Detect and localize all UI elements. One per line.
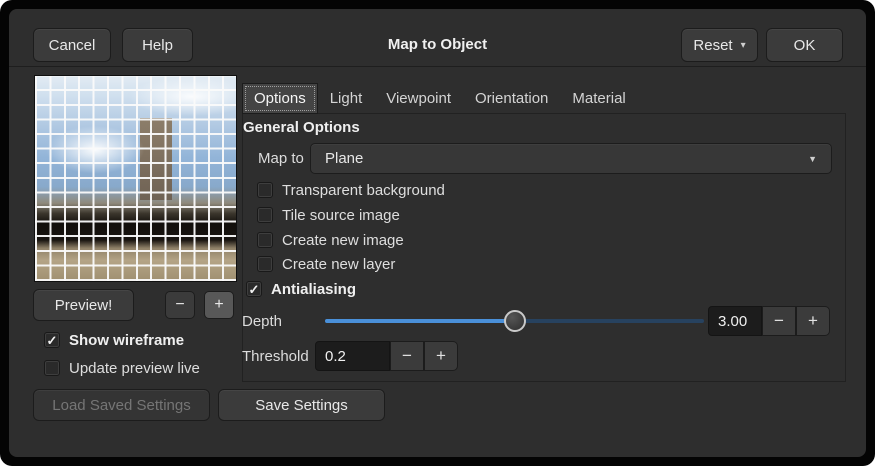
preview-button[interactable]: Preview! — [33, 289, 134, 321]
depth-value-field[interactable]: 3.00 — [708, 306, 762, 336]
save-settings-button[interactable]: Save Settings — [218, 389, 385, 421]
checkbox-show-wireframe[interactable]: ✓ Show wireframe — [44, 330, 184, 350]
depth-slider[interactable] — [325, 306, 704, 336]
checkbox-tile-source-image[interactable]: Tile source image — [257, 205, 400, 225]
preview-image — [35, 76, 236, 281]
ok-button[interactable]: OK — [766, 28, 843, 62]
map-to-object-dialog: Cancel Help Map to Object Reset ▾ OK Pre… — [9, 9, 866, 457]
checkbox-box: ✓ — [44, 332, 60, 348]
reset-button[interactable]: Reset ▾ — [681, 28, 758, 62]
checkbox-box: ✓ — [246, 281, 262, 297]
map-to-label: Map to — [258, 150, 304, 167]
map-to-select[interactable]: Plane ▼ — [310, 143, 832, 174]
checkbox-label: Antialiasing — [271, 281, 356, 298]
minus-icon: − — [774, 311, 784, 331]
tab-material[interactable]: Material — [560, 83, 637, 114]
checkbox-box — [257, 207, 273, 223]
checkbox-create-new-layer[interactable]: Create new layer — [257, 254, 395, 274]
chevron-down-icon: ▾ — [741, 40, 746, 51]
checkbox-label: Transparent background — [282, 182, 445, 199]
zoom-out-button[interactable]: − — [165, 291, 195, 319]
tab-viewpoint[interactable]: Viewpoint — [374, 83, 463, 114]
threshold-decrement-button[interactable]: − — [390, 341, 424, 371]
checkbox-create-new-image[interactable]: Create new image — [257, 230, 404, 250]
depth-decrement-button[interactable]: − — [762, 306, 796, 336]
checkbox-box — [257, 256, 273, 272]
minus-icon: − — [175, 296, 184, 314]
chevron-down-icon: ▼ — [808, 154, 817, 164]
threshold-label: Threshold — [242, 348, 309, 365]
depth-label: Depth — [242, 313, 282, 330]
tab-bar: Options Light Viewpoint Orientation Mate… — [242, 83, 638, 114]
checkbox-box — [257, 232, 273, 248]
depth-increment-button[interactable]: + — [796, 306, 830, 336]
depth-slider-handle[interactable] — [504, 310, 526, 332]
reset-button-label: Reset — [693, 37, 732, 54]
map-to-selected-value: Plane — [325, 150, 363, 167]
checkbox-box — [257, 182, 273, 198]
zoom-in-button[interactable]: + — [204, 291, 234, 319]
tab-options[interactable]: Options — [242, 83, 318, 114]
checkbox-antialiasing[interactable]: ✓ Antialiasing — [246, 279, 356, 299]
checkbox-label: Tile source image — [282, 207, 400, 224]
checkbox-label: Update preview live — [69, 360, 200, 377]
checkbox-transparent-background[interactable]: Transparent background — [257, 180, 445, 200]
minus-icon: − — [402, 346, 412, 366]
plus-icon: + — [808, 311, 818, 331]
checkbox-label: Show wireframe — [69, 332, 184, 349]
general-options-heading: General Options — [243, 119, 360, 136]
header-separator — [9, 66, 866, 67]
threshold-value-field[interactable]: 0.2 — [315, 341, 390, 371]
depth-slider-fill — [325, 319, 515, 323]
plus-icon: + — [214, 296, 223, 314]
checkbox-label: Create new image — [282, 232, 404, 249]
checkbox-update-preview-live[interactable]: Update preview live — [44, 358, 200, 378]
threshold-increment-button[interactable]: + — [424, 341, 458, 371]
tab-light[interactable]: Light — [318, 83, 375, 114]
check-icon: ✓ — [249, 283, 260, 296]
checkbox-label: Create new layer — [282, 256, 395, 273]
tab-orientation[interactable]: Orientation — [463, 83, 560, 114]
check-icon: ✓ — [47, 334, 58, 347]
checkbox-box — [44, 360, 60, 376]
plus-icon: + — [436, 346, 446, 366]
load-saved-settings-button[interactable]: Load Saved Settings — [33, 389, 210, 421]
window: Cancel Help Map to Object Reset ▾ OK Pre… — [0, 0, 875, 466]
